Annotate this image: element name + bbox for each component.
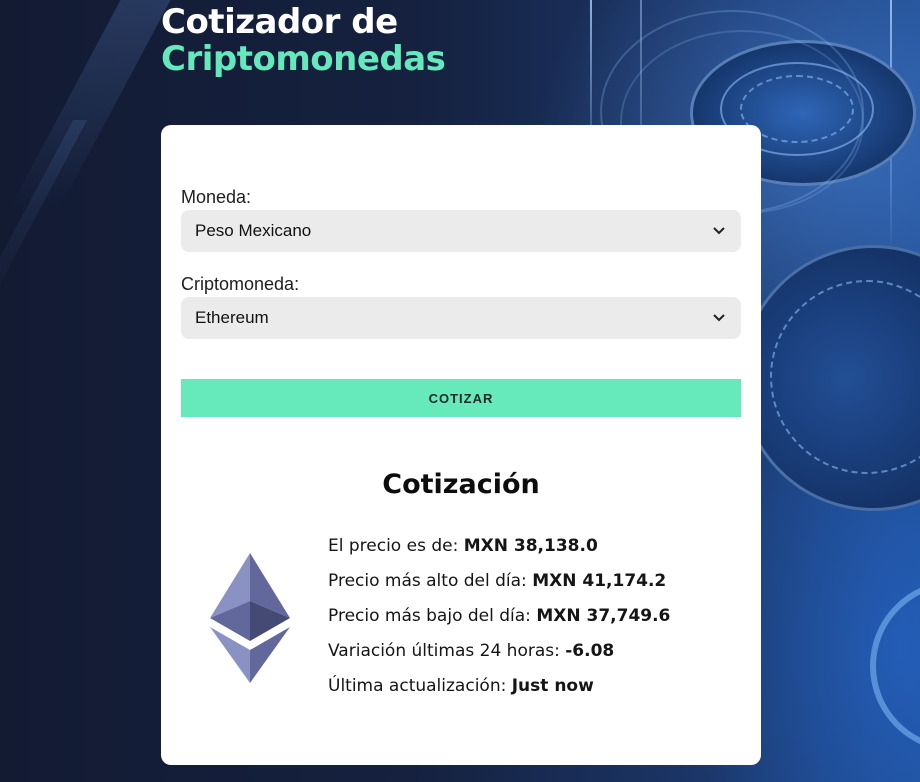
result-title: Cotización <box>382 469 540 500</box>
high-price-row: Precio más alto del día: MXN 41,174.2 <box>328 564 670 599</box>
title-line-2: Criptomonedas <box>161 39 446 79</box>
last-update-value: Just now <box>511 676 594 696</box>
chevron-down-icon <box>713 311 727 325</box>
low-price-label: Precio más bajo del día: <box>328 606 537 626</box>
crypto-select[interactable]: Ethereum <box>181 297 741 339</box>
low-price-value: MXN 37,749.6 <box>536 606 671 626</box>
crypto-select-value: Ethereum <box>195 308 269 327</box>
result-details: El precio es de: MXN 38,138.0 Precio más… <box>328 529 670 704</box>
change-24h-row: Variación últimas 24 horas: -6.08 <box>328 634 670 669</box>
high-price-value: MXN 41,174.2 <box>532 571 667 591</box>
chevron-down-icon <box>713 224 727 238</box>
currency-select-value: Peso Mexicano <box>195 221 312 240</box>
title-line-1: Cotizador de <box>161 2 398 42</box>
change-24h-value: -6.08 <box>565 641 615 661</box>
price-row: El precio es de: MXN 38,138.0 <box>328 529 670 564</box>
price-label: El precio es de: <box>328 536 464 556</box>
page-title: Cotizador de Criptomonedas <box>161 2 446 79</box>
last-update-label: Última actualización: <box>328 676 512 696</box>
crypto-label: Criptomoneda: <box>181 274 300 294</box>
price-value: MXN 38,138.0 <box>463 536 598 556</box>
currency-label: Moneda: <box>181 187 252 207</box>
change-24h-label: Variación últimas 24 horas: <box>328 641 566 661</box>
currency-select[interactable]: Peso Mexicano <box>181 210 741 252</box>
ethereum-icon <box>210 553 290 683</box>
high-price-label: Precio más alto del día: <box>328 571 533 591</box>
cotizar-button[interactable]: COTIZAR <box>181 379 741 417</box>
last-update-row: Última actualización: Just now <box>328 669 670 704</box>
low-price-row: Precio más bajo del día: MXN 37,749.6 <box>328 599 670 634</box>
quote-card: Moneda: Peso Mexicano Criptomoneda: Ethe… <box>161 125 761 765</box>
